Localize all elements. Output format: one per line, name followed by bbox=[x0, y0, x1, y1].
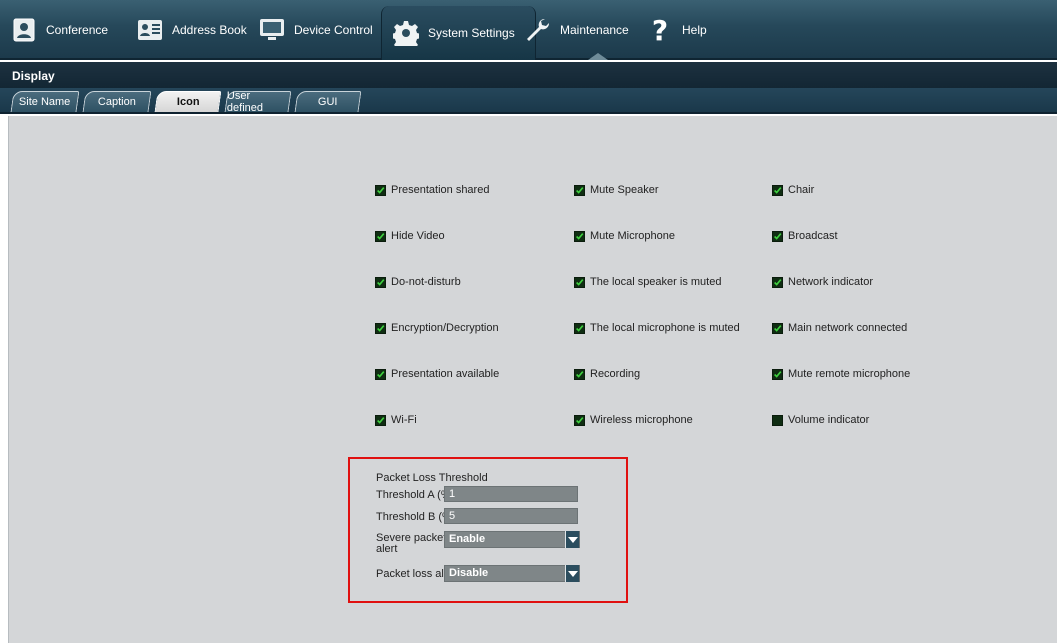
icon-option-label: Mute Microphone bbox=[590, 230, 675, 242]
gear-icon bbox=[392, 19, 420, 47]
icon-option-checkbox[interactable]: The local microphone is muted bbox=[574, 321, 740, 335]
packet-loss-title: Packet Loss Threshold bbox=[376, 472, 488, 484]
checkbox-checked-icon[interactable] bbox=[375, 414, 386, 426]
checkbox-checked-icon[interactable] bbox=[574, 322, 585, 334]
threshold-a-label: Threshold A (%) bbox=[376, 489, 455, 501]
tab-site-name-label: Site Name bbox=[19, 96, 71, 108]
checkbox-unchecked-icon[interactable] bbox=[772, 414, 783, 426]
icon-option-label: Wireless microphone bbox=[590, 414, 693, 426]
section-title-bar: Display bbox=[0, 62, 1057, 90]
nav-help-label: Help bbox=[682, 23, 707, 37]
icon-option-checkbox[interactable]: Encryption/Decryption bbox=[375, 321, 499, 335]
tab-caption[interactable]: Caption bbox=[82, 91, 152, 112]
icon-option-checkbox[interactable]: Broadcast bbox=[772, 229, 838, 243]
icon-option-label: Wi-Fi bbox=[391, 414, 417, 426]
nav-system-settings[interactable]: System Settings bbox=[381, 6, 536, 60]
nav-conference[interactable]: Conference bbox=[10, 0, 108, 60]
checkbox-checked-icon[interactable] bbox=[375, 368, 386, 380]
wrench-icon bbox=[524, 16, 552, 44]
icon-option-checkbox[interactable]: Presentation shared bbox=[375, 183, 489, 197]
checkbox-checked-icon[interactable] bbox=[375, 184, 386, 196]
icon-option-checkbox[interactable]: Mute Speaker bbox=[574, 183, 658, 197]
top-navigation: Conference Address Book Device Control S… bbox=[0, 0, 1057, 60]
chevron-down-icon bbox=[565, 531, 579, 548]
checkbox-checked-icon[interactable] bbox=[574, 414, 585, 426]
nav-device-control[interactable]: Device Control bbox=[258, 0, 373, 60]
checkbox-checked-icon[interactable] bbox=[375, 322, 386, 334]
monitor-icon bbox=[258, 16, 286, 44]
tab-icon[interactable]: Icon bbox=[154, 91, 222, 112]
checkbox-checked-icon[interactable] bbox=[772, 368, 783, 380]
icon-option-label: Broadcast bbox=[788, 230, 838, 242]
checkbox-checked-icon[interactable] bbox=[375, 276, 386, 288]
checkbox-checked-icon[interactable] bbox=[574, 230, 585, 242]
nav-maintenance[interactable]: Maintenance bbox=[524, 0, 629, 60]
nav-address-book[interactable]: Address Book bbox=[136, 0, 247, 60]
icon-option-label: Network indicator bbox=[788, 276, 873, 288]
address-book-icon bbox=[136, 16, 164, 44]
threshold-b-input[interactable]: 5 bbox=[444, 508, 578, 524]
tab-site-name[interactable]: Site Name bbox=[10, 91, 80, 112]
nav-address-book-label: Address Book bbox=[172, 23, 247, 37]
tab-user-defined-label: User defined bbox=[226, 90, 264, 114]
question-mark-icon: ? bbox=[651, 13, 669, 47]
checkbox-checked-icon[interactable] bbox=[772, 184, 783, 196]
icon-option-label: Mute Speaker bbox=[590, 184, 659, 196]
checkbox-checked-icon[interactable] bbox=[375, 230, 386, 242]
tab-gui-label: GUI bbox=[318, 96, 338, 108]
icon-option-checkbox[interactable]: Volume indicator bbox=[772, 413, 869, 427]
severe-label-line2: alert bbox=[376, 543, 398, 555]
tab-gui[interactable]: GUI bbox=[294, 91, 362, 112]
icon-option-checkbox[interactable]: Recording bbox=[574, 367, 640, 381]
severe-packet-loss-select[interactable]: Enable bbox=[444, 531, 580, 548]
icon-option-label: Mute remote microphone bbox=[788, 368, 911, 380]
section-title: Display bbox=[12, 69, 55, 83]
checkbox-checked-icon[interactable] bbox=[772, 230, 783, 242]
icon-option-checkbox[interactable]: Mute remote microphone bbox=[772, 367, 910, 381]
icon-option-checkbox[interactable]: Do-not-disturb bbox=[375, 275, 461, 289]
threshold-a-input[interactable]: 1 bbox=[444, 486, 578, 502]
nav-help[interactable]: ? Help bbox=[646, 0, 707, 60]
tab-caption-label: Caption bbox=[97, 96, 136, 108]
tab-icon-label: Icon bbox=[176, 96, 200, 108]
checkbox-checked-icon[interactable] bbox=[772, 276, 783, 288]
nav-conference-label: Conference bbox=[46, 23, 109, 37]
icon-option-label: Main network connected bbox=[788, 322, 908, 334]
packet-loss-alarm-select[interactable]: Disable bbox=[444, 565, 580, 582]
checkbox-checked-icon[interactable] bbox=[574, 368, 585, 380]
icon-option-label: Do-not-disturb bbox=[391, 276, 461, 288]
nav-device-control-label: Device Control bbox=[294, 23, 373, 37]
checkbox-checked-icon[interactable] bbox=[772, 322, 783, 334]
icon-option-label: The local microphone is muted bbox=[590, 322, 740, 334]
conference-icon bbox=[10, 16, 38, 44]
icon-option-label: Presentation available bbox=[391, 368, 500, 380]
icon-option-checkbox[interactable]: Presentation available bbox=[375, 367, 499, 381]
icon-option-checkbox[interactable]: Network indicator bbox=[772, 275, 873, 289]
chevron-down-icon bbox=[565, 565, 579, 582]
icon-option-label: Hide Video bbox=[391, 230, 445, 242]
icon-option-label: Volume indicator bbox=[788, 414, 870, 426]
packet-loss-alarm-value: Disable bbox=[449, 567, 489, 579]
checkbox-checked-icon[interactable] bbox=[574, 276, 585, 288]
icon-option-label: The local speaker is muted bbox=[590, 276, 722, 288]
nav-maintenance-label: Maintenance bbox=[560, 23, 629, 37]
icon-option-checkbox[interactable]: Main network connected bbox=[772, 321, 907, 335]
icon-option-checkbox[interactable]: Hide Video bbox=[375, 229, 445, 243]
icon-option-checkbox[interactable]: Wireless microphone bbox=[574, 413, 693, 427]
severe-packet-loss-value: Enable bbox=[449, 533, 486, 545]
subtab-bar: Site Name Caption Icon User defined GUI bbox=[0, 88, 1057, 114]
icon-option-label: Presentation shared bbox=[391, 184, 490, 196]
icon-option-label: Recording bbox=[590, 368, 641, 380]
icon-option-checkbox[interactable]: Wi-Fi bbox=[375, 413, 417, 427]
icon-option-checkbox[interactable]: Chair bbox=[772, 183, 814, 197]
icon-option-label: Encryption/Decryption bbox=[391, 322, 499, 334]
tab-user-defined[interactable]: User defined bbox=[224, 90, 292, 114]
checkbox-checked-icon[interactable] bbox=[574, 184, 585, 196]
icon-option-label: Chair bbox=[788, 184, 815, 196]
icon-option-checkbox[interactable]: The local speaker is muted bbox=[574, 275, 721, 289]
nav-system-settings-label: System Settings bbox=[428, 26, 515, 40]
nav-pointer bbox=[588, 53, 608, 60]
icon-option-checkbox[interactable]: Mute Microphone bbox=[574, 229, 675, 243]
